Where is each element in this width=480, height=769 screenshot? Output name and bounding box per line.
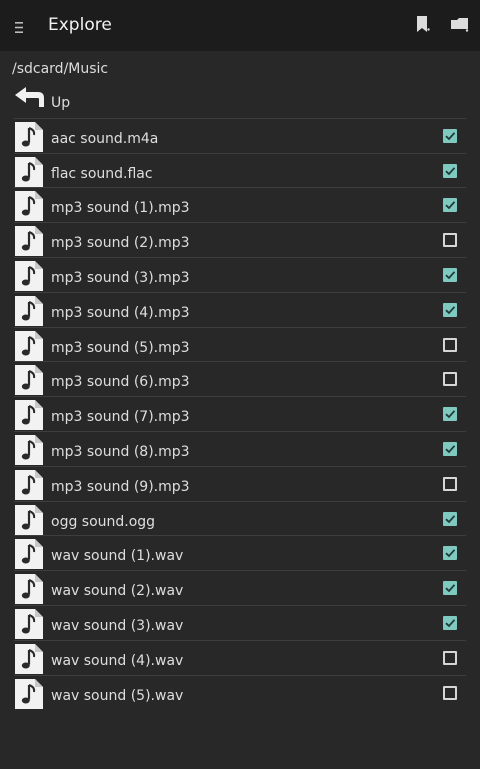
file-row[interactable]: mp3 sound (1).mp3	[14, 188, 466, 224]
file-checkbox-unchecked[interactable]	[443, 337, 457, 352]
file-name: wav sound (1).wav	[51, 548, 184, 565]
file-checkbox-checked[interactable]	[443, 615, 457, 630]
file-name: mp3 sound (2).mp3	[51, 235, 190, 252]
file-name: mp3 sound (1).mp3	[51, 200, 190, 217]
file-checkbox-checked[interactable]	[443, 302, 457, 317]
file-row[interactable]: wav sound (1).wav	[14, 536, 466, 572]
file-row[interactable]: wav sound (4).wav	[14, 641, 466, 676]
file-checkbox-unchecked[interactable]	[443, 685, 457, 700]
file-checkbox-checked[interactable]	[443, 163, 457, 178]
music-file-icon	[14, 678, 44, 710]
folder-icon[interactable]	[450, 15, 469, 33]
file-row[interactable]: ogg sound.ogg	[14, 502, 466, 537]
file-row[interactable]: mp3 sound (7).mp3	[14, 397, 466, 432]
up-row[interactable]: Up	[14, 84, 466, 119]
music-file-icon	[14, 225, 44, 257]
file-row[interactable]: wav sound (2).wav	[14, 571, 466, 606]
music-file-icon	[14, 643, 44, 675]
file-name: mp3 sound (3).mp3	[51, 269, 190, 286]
file-name: mp3 sound (6).mp3	[51, 374, 190, 391]
file-checkbox-unchecked[interactable]	[443, 650, 457, 665]
music-file-icon	[14, 364, 44, 396]
music-file-icon	[14, 260, 44, 292]
bookmark-icon[interactable]	[414, 15, 432, 33]
file-name: flac sound.flac	[51, 165, 153, 182]
music-file-icon	[14, 573, 44, 605]
music-file-icon	[14, 295, 44, 327]
file-name: mp3 sound (9).mp3	[51, 478, 190, 495]
file-name: wav sound (2).wav	[51, 583, 184, 600]
file-name: mp3 sound (8).mp3	[51, 443, 190, 460]
file-checkbox-unchecked[interactable]	[443, 476, 457, 491]
file-row[interactable]: mp3 sound (3).mp3	[14, 258, 466, 293]
music-file-icon	[14, 156, 44, 188]
file-row[interactable]: aac sound.m4a	[14, 119, 466, 154]
file-row[interactable]: mp3 sound (5).mp3	[14, 328, 466, 363]
music-file-icon	[14, 469, 44, 501]
music-file-icon	[14, 434, 44, 466]
file-row[interactable]: flac sound.flac	[14, 154, 466, 189]
file-checkbox-checked[interactable]	[443, 441, 457, 456]
back-arrow-icon	[14, 86, 46, 108]
file-row[interactable]: wav sound (5).wav	[14, 676, 466, 711]
file-name: wav sound (4).wav	[51, 652, 184, 669]
current-path: /sdcard/Music	[12, 61, 109, 77]
file-checkbox-checked[interactable]	[443, 198, 457, 213]
file-name: wav sound (5).wav	[51, 687, 184, 704]
music-file-icon	[14, 608, 44, 640]
music-file-icon	[14, 190, 44, 222]
file-checkbox-checked[interactable]	[443, 128, 457, 143]
file-checkbox-unchecked[interactable]	[443, 372, 457, 387]
file-row[interactable]: mp3 sound (6).mp3	[14, 362, 466, 398]
app-title: Explore	[48, 15, 112, 35]
app-bar: Explore	[0, 0, 480, 51]
file-name: mp3 sound (5).mp3	[51, 339, 190, 356]
music-file-icon	[14, 330, 44, 362]
file-row[interactable]: mp3 sound (2).mp3	[14, 223, 466, 258]
file-checkbox-checked[interactable]	[443, 511, 457, 526]
music-file-icon	[14, 399, 44, 431]
music-file-icon	[14, 504, 44, 536]
file-row[interactable]: wav sound (3).wav	[14, 606, 466, 641]
file-row[interactable]: mp3 sound (8).mp3	[14, 432, 466, 467]
up-label: Up	[51, 95, 71, 111]
file-checkbox-unchecked[interactable]	[443, 233, 457, 248]
file-name: ogg sound.ogg	[51, 513, 156, 530]
file-list: Up aac sound.m4a flac sound.flac mp3 sou…	[0, 84, 480, 710]
file-row[interactable]: mp3 sound (4).mp3	[14, 293, 466, 328]
file-name: mp3 sound (4).mp3	[51, 304, 190, 321]
file-name: aac sound.m4a	[51, 130, 159, 147]
file-name: wav sound (3).wav	[51, 617, 184, 634]
file-checkbox-checked[interactable]	[443, 267, 457, 282]
file-checkbox-checked[interactable]	[443, 546, 457, 561]
file-checkbox-checked[interactable]	[443, 581, 457, 596]
file-row[interactable]: mp3 sound (9).mp3	[14, 467, 466, 502]
music-file-icon	[14, 538, 44, 570]
menu-icon[interactable]	[15, 19, 24, 33]
file-name: mp3 sound (7).mp3	[51, 409, 190, 426]
file-checkbox-checked[interactable]	[443, 407, 457, 422]
music-file-icon	[14, 121, 44, 153]
